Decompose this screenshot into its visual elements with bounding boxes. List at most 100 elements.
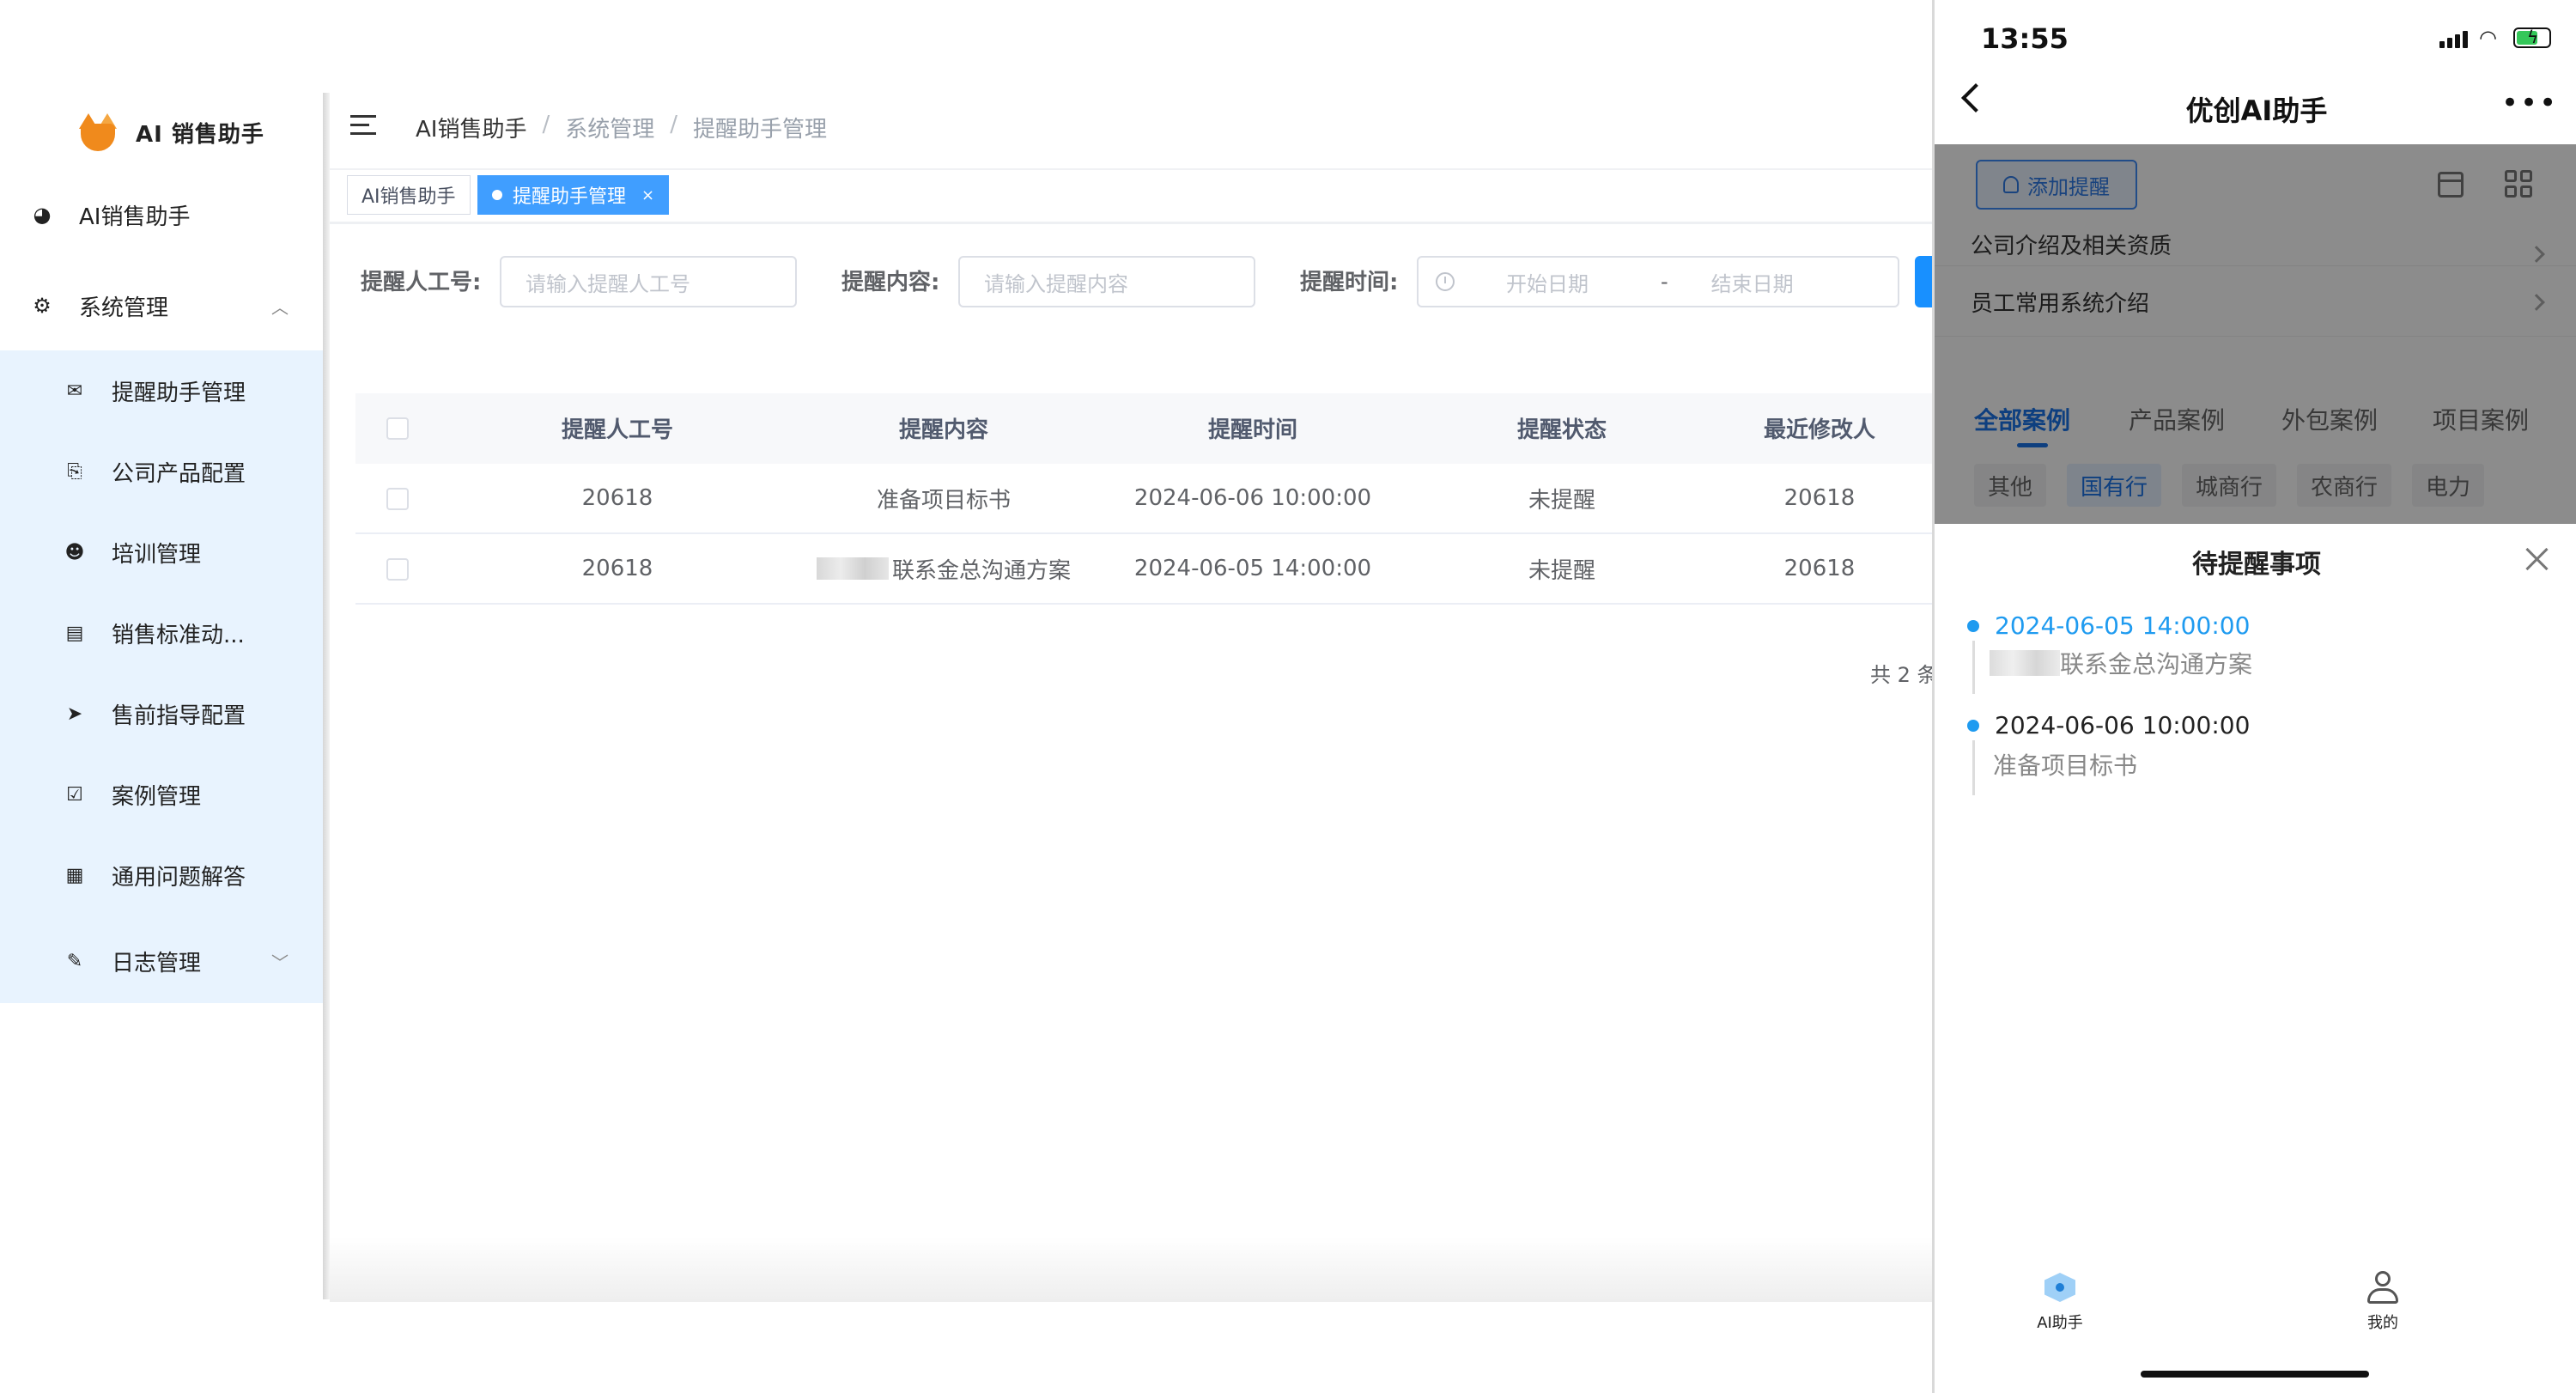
bottom-fade [330, 1237, 1935, 1302]
tab-label: AI销售助手 [361, 186, 456, 208]
cell-content-text: 联系金总沟通方案 [891, 557, 1071, 584]
sidebar-item-faq[interactable]: ▦ 通用问题解答 [0, 835, 323, 915]
column-header[interactable]: 提醒内容 [836, 393, 1051, 462]
edit-icon: ✎ [66, 950, 83, 972]
sidebar-item-label: 日志管理 [112, 950, 202, 976]
popup-title: 待提醒事项 [2192, 550, 2321, 580]
timeline-line [1972, 740, 1975, 795]
reminder-time: 2024-06-06 10:00:00 [1995, 711, 2251, 739]
cell-modifier: 20618 [1783, 485, 1856, 511]
start-date-placeholder: 开始日期 [1506, 271, 1589, 296]
end-date-placeholder: 结束日期 [1710, 271, 1794, 296]
sidebar-item-training[interactable]: ☻ 培训管理 [0, 512, 323, 593]
row-checkbox[interactable] [386, 558, 409, 581]
tabs-divider [330, 222, 1935, 224]
gear-icon: ⚙ [33, 294, 52, 318]
signal-icon [2439, 29, 2470, 48]
sidebar-item-label: 培训管理 [112, 541, 202, 568]
breadcrumb-separator: / [670, 112, 678, 137]
timeline-dot [1967, 720, 1979, 732]
sidebar-item-sales-standard[interactable]: ▤ 销售标准动... [0, 593, 323, 673]
pagination-total: 共 2 条 [1870, 663, 1938, 687]
redacted-name [1990, 650, 2060, 676]
tabbar-mine[interactable]: 我的 [2331, 1271, 2434, 1333]
sidebar-item-log-management[interactable]: ✎ 日志管理 ﹀ [0, 921, 323, 1001]
sidebar-item-label: 系统管理 [79, 295, 169, 321]
reminder-content: 联系金总沟通方案 [1990, 646, 2252, 680]
sidebar-item-label: 公司产品配置 [112, 460, 246, 487]
cell-content: 联系金总沟通方案 [802, 534, 1085, 603]
reminder-content-text: 联系金总沟通方案 [2060, 650, 2253, 678]
worker-id-label: 提醒人工号: [361, 270, 482, 295]
column-header[interactable]: 提醒人工号 [510, 393, 725, 462]
logo[interactable]: AI 销售助手 [79, 108, 264, 156]
paper-plane-icon: ➤ [66, 703, 83, 725]
sidebar-item-label: 通用问题解答 [112, 864, 246, 891]
modal-overlay[interactable] [1935, 144, 2576, 524]
tab-reminder-management[interactable]: 提醒助手管理 × [477, 175, 670, 215]
select-all-checkbox[interactable] [386, 417, 409, 440]
breadcrumb: AI销售助手 / 系统管理 / 提醒助手管理 [416, 112, 827, 143]
cell-status: 未提醒 [1528, 487, 1595, 514]
sidebar-divider [323, 93, 330, 1299]
home-hex-icon [2043, 1271, 2077, 1304]
robot-icon: ☻ [64, 541, 85, 563]
table-header: 提醒人工号 提醒内容 提醒时间 提醒状态 最近修改人 [355, 393, 1935, 464]
header-divider [330, 168, 1935, 170]
active-dot-icon [492, 190, 502, 200]
tabbar-label: 我的 [2367, 1314, 2398, 1332]
user-icon [2366, 1271, 2400, 1304]
wifi-icon: ◠ [2479, 26, 2497, 50]
table-icon: ▦ [65, 864, 84, 886]
tab-ai-assistant[interactable]: AI销售助手 [347, 175, 471, 215]
close-icon[interactable] [2524, 546, 2549, 572]
table-row[interactable]: 20618 准备项目标书 2024-06-06 10:00:00 未提醒 206… [355, 464, 1935, 534]
home-indicator[interactable] [2141, 1371, 2369, 1378]
column-header[interactable]: 最近修改人 [1712, 393, 1927, 462]
cell-time: 2024-06-06 10:00:00 [1133, 485, 1372, 511]
tabbar-ai-assistant[interactable]: AI助手 [2008, 1271, 2111, 1333]
input-placeholder: 请输入提醒人工号 [526, 271, 690, 296]
tab-label: 提醒助手管理 [513, 186, 627, 208]
column-header[interactable]: 提醒时间 [1145, 393, 1360, 462]
content-label: 提醒内容: [841, 270, 940, 295]
table-row[interactable]: 20618 联系金总沟通方案 2024-06-05 14:00:00 未提醒 2… [355, 534, 1935, 605]
redacted-name [816, 557, 889, 580]
close-icon[interactable]: × [641, 186, 654, 204]
cell-time: 2024-06-05 14:00:00 [1133, 556, 1372, 581]
reminder-time: 2024-06-05 14:00:00 [1995, 611, 2251, 640]
row-checkbox[interactable] [386, 488, 409, 510]
cell-modifier: 20618 [1783, 556, 1856, 581]
breadcrumb-item[interactable]: AI销售助手 [416, 112, 526, 143]
breadcrumb-item: 提醒助手管理 [693, 117, 828, 143]
date-range-picker[interactable]: 开始日期 - 结束日期 [1417, 256, 1899, 307]
time-label: 提醒时间: [1300, 270, 1399, 295]
clock-icon [1436, 272, 1455, 291]
worker-id-input[interactable]: 请输入提醒人工号 [500, 256, 797, 307]
battery-charging-icon: ϟ [2513, 27, 2551, 48]
sidebar-item-case-management[interactable]: ☑ 案例管理 [0, 754, 323, 835]
cell-worker: 20618 [581, 556, 653, 581]
reminder-content-text: 准备项目标书 [1993, 751, 2138, 780]
checkbox-icon: ☑ [66, 783, 83, 806]
sidebar-item-label: 销售标准动... [112, 622, 245, 648]
reminder-content: 准备项目标书 [1993, 747, 2137, 782]
menu-toggle-icon[interactable] [350, 115, 376, 136]
envelope-icon: ✉ [66, 380, 83, 402]
status-time: 13:55 [1981, 22, 2069, 55]
column-header[interactable]: 提醒状态 [1455, 393, 1669, 462]
cell-content: 准备项目标书 [876, 487, 1011, 514]
sidebar-item-presales-guide[interactable]: ➤ 售前指导配置 [0, 673, 323, 754]
breadcrumb-item[interactable]: 系统管理 [565, 112, 654, 143]
nav-title: 优创AI助手 [2185, 94, 2328, 127]
sidebar-item-product-config[interactable]: ⎘ 公司产品配置 [0, 431, 323, 512]
timeline-dot [1967, 620, 1979, 632]
timeline-line [1972, 641, 1975, 694]
sidebar-item-reminder-management[interactable]: ✉ 提醒助手管理 [0, 350, 323, 431]
more-icon[interactable]: ••• [2501, 88, 2558, 118]
content-input[interactable]: 请输入提醒内容 [958, 256, 1255, 307]
sidebar-item-ai-assistant[interactable]: ◕ AI销售助手 [0, 179, 323, 251]
sidebar-item-system-management[interactable]: ⚙ 系统管理 ︿ [0, 270, 323, 342]
sidebar-item-label: 案例管理 [112, 783, 202, 810]
sidebar-item-label: 提醒助手管理 [112, 380, 246, 406]
